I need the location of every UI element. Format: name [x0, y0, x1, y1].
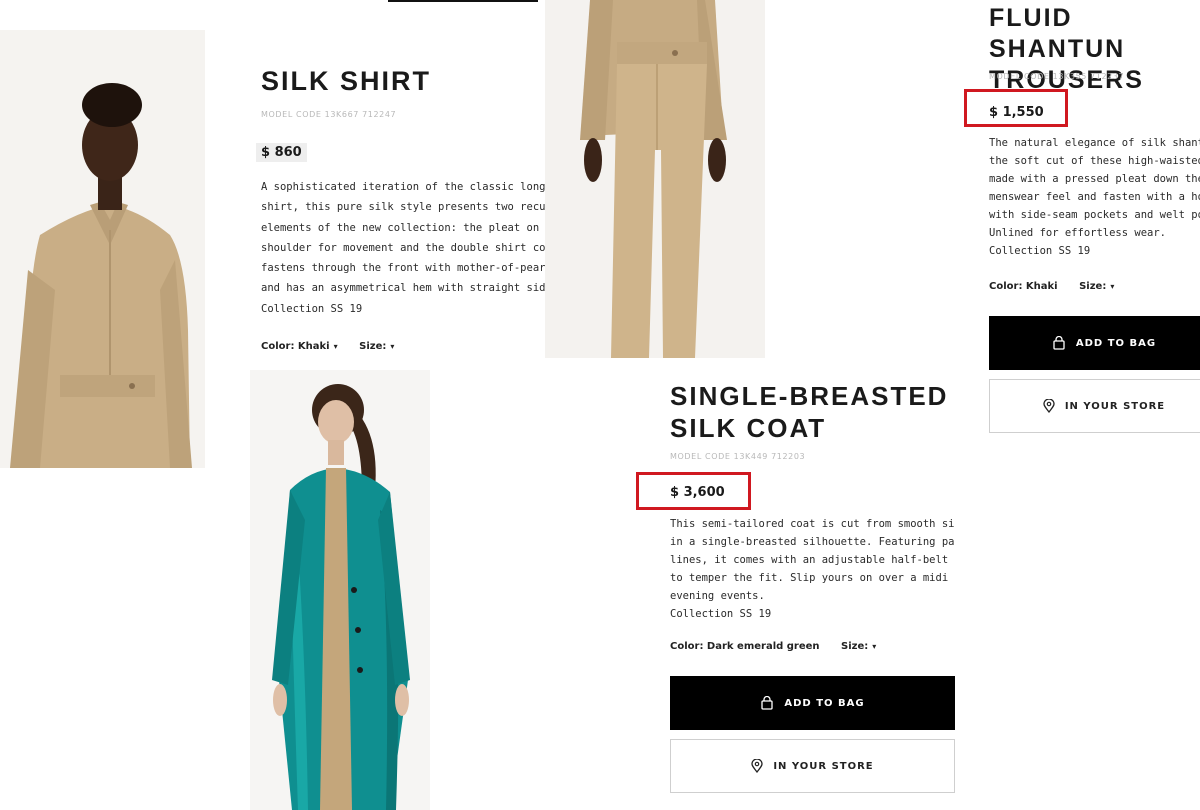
- product-photo-silk-shirt: [0, 30, 205, 468]
- product-panel-trousers: FLUID SHANTUN TROUSERS MODEL CODE 13K355…: [965, 0, 1200, 440]
- product-options: Color: Khaki Size: ▾: [989, 281, 1132, 292]
- in-your-store-button[interactable]: IN YOUR STORE: [989, 379, 1200, 433]
- add-to-bag-button[interactable]: ADD TO BAG: [989, 316, 1200, 370]
- color-selector[interactable]: Color: Khaki ▾: [261, 341, 338, 352]
- size-selector[interactable]: Size: ▾: [841, 641, 876, 652]
- chevron-down-icon: ▾: [390, 342, 395, 351]
- product-photo-silk-coat: [250, 370, 430, 810]
- color-selector[interactable]: Color: Khaki: [989, 281, 1058, 292]
- in-your-store-button[interactable]: IN YOUR STORE: [670, 739, 955, 793]
- bag-icon: [1052, 336, 1066, 350]
- product-photo-trousers: [545, 0, 765, 358]
- location-pin-icon: [751, 759, 763, 773]
- model-code: MODEL CODE 13K667 712247: [261, 110, 397, 119]
- divider: [388, 0, 538, 2]
- product-title: FLUID SHANTUN TROUSERS: [989, 4, 1144, 94]
- chevron-down-icon: ▾: [333, 342, 338, 351]
- product-panel-silk-coat: SINGLE-BREASTED SILK COAT MODEL CODE 13K…: [640, 370, 955, 810]
- product-title: SINGLE-BREASTED SILK COAT: [670, 381, 949, 443]
- chevron-down-icon: ▾: [1110, 282, 1115, 291]
- location-pin-icon: [1043, 399, 1055, 413]
- size-selector[interactable]: Size: ▾: [359, 341, 394, 352]
- model-code: MODEL CODE 13K449 712203: [670, 452, 806, 461]
- size-selector[interactable]: Size: ▾: [1079, 281, 1114, 292]
- add-to-bag-button[interactable]: ADD TO BAG: [670, 676, 955, 730]
- price-highlight-box: [964, 89, 1068, 127]
- product-options: Color: Khaki ▾ Size: ▾: [261, 341, 412, 352]
- product-description: The natural elegance of silk shantung th…: [989, 137, 1200, 257]
- product-description: This semi-tailored coat is cut from smoo…: [670, 518, 955, 620]
- product-options: Color: Dark emerald green Size: ▾: [670, 641, 894, 652]
- product-price: $ 860: [256, 143, 307, 162]
- model-code: MODEL CODE 13K355 712237: [989, 72, 1125, 81]
- bag-icon: [760, 696, 774, 710]
- chevron-down-icon: ▾: [872, 642, 877, 651]
- price-highlight-box: [636, 472, 751, 510]
- product-description: A sophisticated iteration of the classic…: [261, 181, 545, 315]
- product-title: SILK SHIRT: [261, 66, 432, 96]
- color-selector[interactable]: Color: Dark emerald green: [670, 641, 820, 652]
